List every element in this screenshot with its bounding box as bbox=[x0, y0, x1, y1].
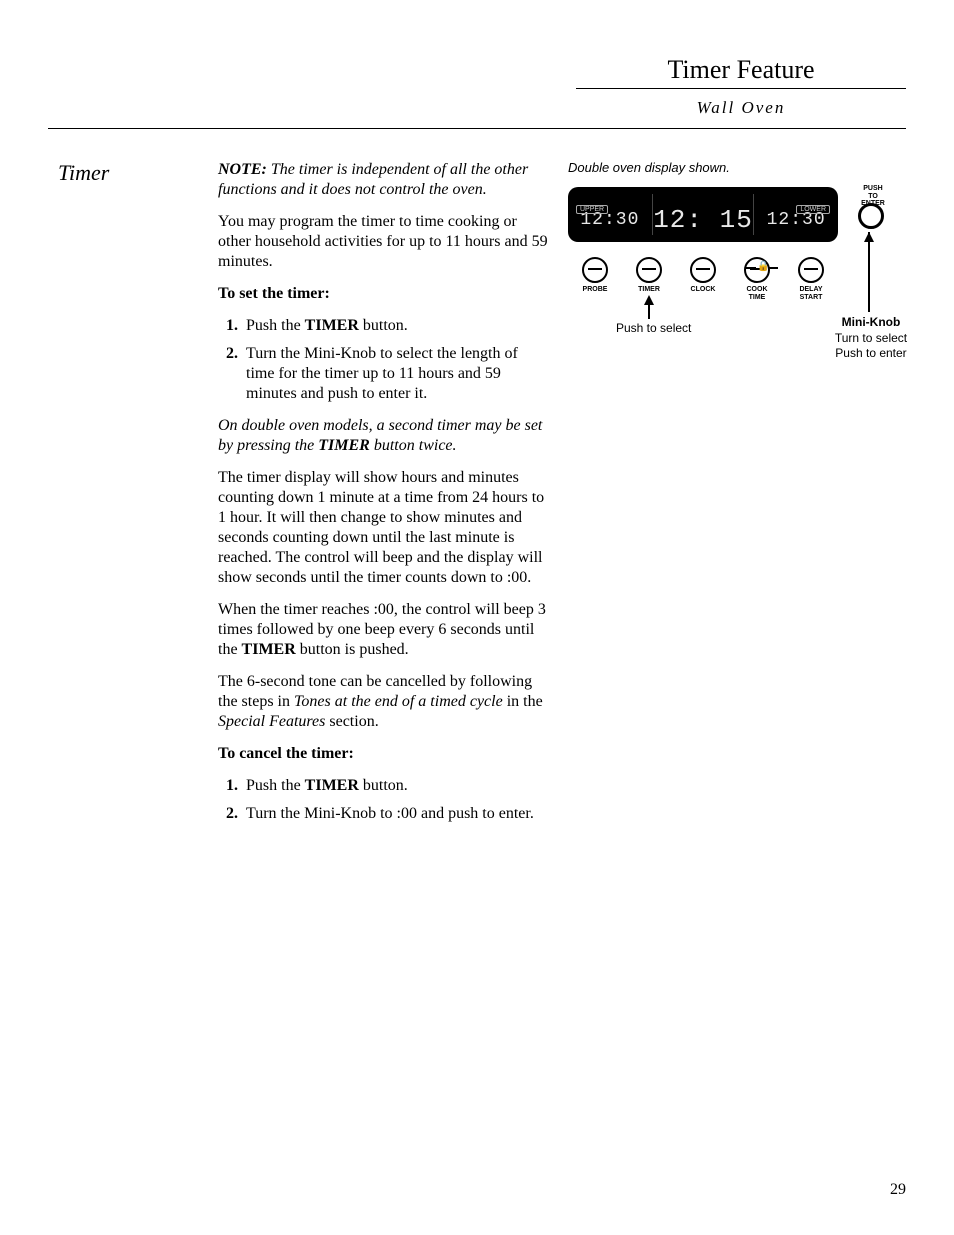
set-timer-steps: Push the TIMER button. Turn the Mini-Kno… bbox=[218, 316, 548, 404]
illustration-caption: Double oven display shown. bbox=[568, 160, 908, 175]
upper-tag: UPPER bbox=[576, 205, 608, 214]
mini-knob-icon bbox=[858, 203, 884, 229]
knob-icon bbox=[582, 257, 608, 283]
button-row: PROBE TIMER CLOCK COOK TIME DELAY START bbox=[568, 257, 838, 301]
display-upper-cell: UPPER 12:30 bbox=[568, 200, 652, 230]
knob-icon bbox=[798, 257, 824, 283]
intro-paragraph: You may program the timer to time cookin… bbox=[218, 212, 548, 272]
cancel-step-2: Turn the Mini-Knob to :00 and push to en… bbox=[242, 804, 548, 824]
mini-knob-caption: Mini-Knob Turn to select Push to enter bbox=[826, 315, 916, 362]
display-center-cell: 12: 15 bbox=[653, 195, 754, 235]
illustration-column: Double oven display shown. UPPER 12:30 1… bbox=[568, 160, 908, 387]
control-panel-diagram: UPPER 12:30 12: 15 LOWER 12:30 PUSH TO E… bbox=[568, 187, 908, 387]
probe-button: PROBE bbox=[575, 257, 615, 301]
note-paragraph: NOTE: The timer is independent of all th… bbox=[218, 160, 548, 200]
knob-icon bbox=[690, 257, 716, 283]
page-title: Timer Feature bbox=[576, 55, 906, 85]
page-subtitle: Wall Oven bbox=[576, 98, 906, 118]
clock-button: CLOCK bbox=[683, 257, 723, 301]
section-heading-timer: Timer bbox=[58, 160, 109, 186]
header-rule-short bbox=[576, 88, 906, 89]
page-number: 29 bbox=[890, 1181, 906, 1199]
cancel-step-1: Push the TIMER button. bbox=[242, 776, 548, 796]
cancel-timer-heading: To cancel the timer: bbox=[218, 744, 548, 764]
display-lower-cell: LOWER 12:30 bbox=[754, 200, 838, 230]
arrow-up-icon bbox=[644, 295, 654, 305]
double-oven-note: On double oven models, a second timer ma… bbox=[218, 416, 548, 456]
note-label: NOTE: bbox=[218, 161, 267, 178]
set-step-1: Push the TIMER button. bbox=[242, 316, 548, 336]
arrow-up-icon bbox=[864, 232, 874, 242]
arrow-stem bbox=[868, 232, 870, 312]
push-to-select-label: Push to select bbox=[616, 321, 691, 335]
arrow-stem bbox=[648, 305, 650, 319]
center-time: 12: 15 bbox=[653, 205, 753, 235]
header-rule-full bbox=[48, 128, 906, 129]
set-timer-heading: To set the timer: bbox=[218, 284, 548, 304]
body-column: NOTE: The timer is independent of all th… bbox=[218, 160, 548, 836]
delay-start-button: DELAY START bbox=[791, 257, 831, 301]
tone-cancel-paragraph: The 6-second tone can be cancelled by fo… bbox=[218, 672, 548, 732]
link-dash bbox=[746, 267, 756, 269]
lower-tag: LOWER bbox=[796, 205, 830, 214]
set-step-2: Turn the Mini-Knob to select the length … bbox=[242, 344, 548, 404]
display-behavior-paragraph: The timer display will show hours and mi… bbox=[218, 468, 548, 588]
knob-icon bbox=[636, 257, 662, 283]
beep-paragraph: When the timer reaches :00, the control … bbox=[218, 600, 548, 660]
cancel-timer-steps: Push the TIMER button. Turn the Mini-Kno… bbox=[218, 776, 548, 824]
oven-display: UPPER 12:30 12: 15 LOWER 12:30 bbox=[568, 187, 838, 242]
link-dash bbox=[768, 267, 778, 269]
